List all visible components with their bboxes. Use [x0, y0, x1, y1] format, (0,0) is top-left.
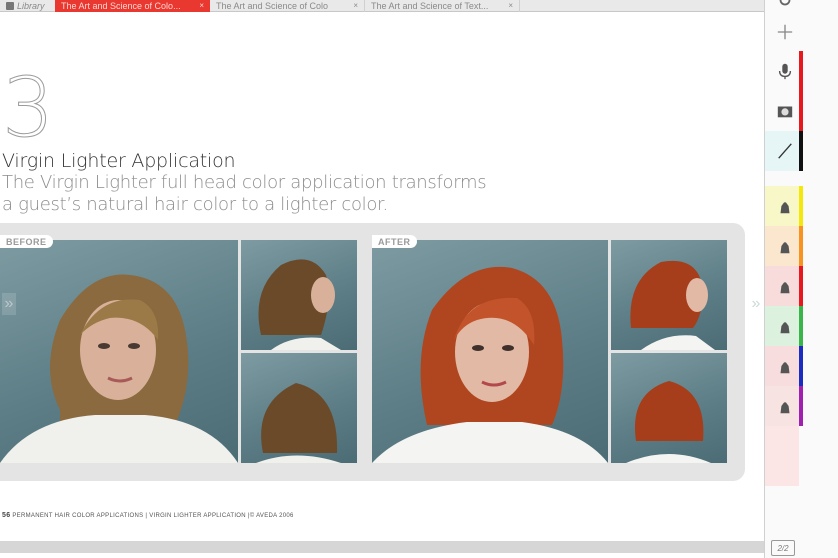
purple-color-swatch	[799, 386, 803, 426]
yellow-color-swatch	[799, 186, 803, 226]
after-front-photo	[372, 240, 608, 463]
tab-label: The Art and Science of Colo...	[61, 0, 181, 11]
pen-color-swatch	[799, 131, 803, 171]
previous-page-arrow[interactable]: »	[2, 293, 16, 315]
library-icon	[6, 1, 14, 10]
footer-page-number: 56	[2, 512, 11, 519]
camera-color-swatch	[799, 91, 803, 131]
blue-color-swatch	[799, 346, 803, 386]
library-label: Library	[17, 0, 45, 11]
after-label: AFTER	[372, 235, 417, 248]
tools-sidebar: 2/2	[764, 0, 838, 558]
after-back-photo	[611, 353, 727, 463]
tab-document-1[interactable]: The Art and Science of Colo... ×	[55, 0, 210, 12]
before-front-photo	[0, 240, 238, 463]
page-footer: 56 PERMANENT HAIR COLOR APPLICATIONS | V…	[2, 512, 294, 519]
red-color-swatch	[799, 266, 803, 306]
add-icon[interactable]	[765, 12, 805, 52]
step-number: 3	[1, 61, 55, 156]
before-back-photo	[241, 353, 357, 463]
after-side-photo	[611, 240, 727, 350]
orange-color-swatch	[799, 226, 803, 266]
photo-panel: BEFORE AFTER » »	[0, 223, 760, 481]
tab-document-2[interactable]: The Art and Science of Colo ×	[210, 0, 365, 12]
close-icon[interactable]: ×	[199, 1, 204, 10]
tab-document-3[interactable]: The Art and Science of Text... ×	[365, 0, 520, 12]
tab-bar: Library The Art and Science of Colo... ×…	[0, 0, 764, 12]
document-page: 3 Virgin Lighter Application The Virgin …	[0, 12, 764, 558]
close-icon[interactable]: ×	[353, 1, 358, 10]
library-tab[interactable]: Library	[0, 0, 55, 12]
close-icon[interactable]: ×	[508, 1, 513, 10]
page-counter[interactable]: 2/2	[771, 540, 795, 556]
page-divider	[0, 541, 764, 553]
tab-label: The Art and Science of Text...	[371, 0, 489, 11]
settings-icon[interactable]	[765, 0, 805, 12]
next-page-arrow[interactable]: »	[749, 293, 763, 315]
before-side-photo	[241, 240, 357, 350]
pink-strip	[765, 426, 799, 486]
page-title: Virgin Lighter Application	[2, 150, 236, 172]
footer-text: PERMANENT HAIR COLOR APPLICATIONS | VIRG…	[12, 513, 294, 519]
page-subtitle: The Virgin Lighter full head color appli…	[2, 172, 487, 215]
microphone-color-swatch	[799, 51, 803, 91]
before-label: BEFORE	[0, 235, 53, 248]
tab-label: The Art and Science of Colo	[216, 0, 329, 11]
green-color-swatch	[799, 306, 803, 346]
